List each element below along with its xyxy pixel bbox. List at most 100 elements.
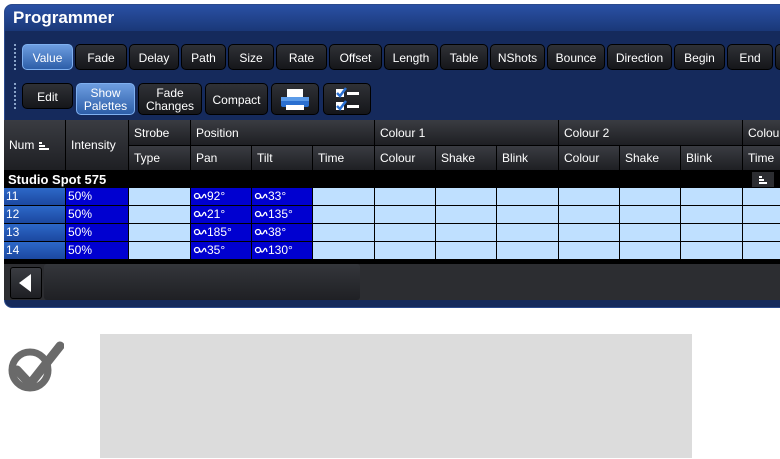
toolbar-grip[interactable]	[14, 44, 19, 70]
type-cell[interactable]	[129, 188, 191, 206]
bounce-button[interactable]: Bounce	[547, 44, 605, 70]
colour3-header[interactable]: Colou	[743, 120, 780, 146]
position-time-header[interactable]: Time	[313, 146, 375, 171]
c2colour-cell[interactable]	[559, 188, 620, 206]
intensity-cell[interactable]: 50%	[66, 224, 129, 242]
fixture-group-row[interactable]: Studio Spot 575	[4, 171, 780, 188]
c2blink-cell[interactable]	[681, 188, 743, 206]
c2shake-cell[interactable]	[620, 206, 681, 224]
intensity-cell[interactable]: 50%	[66, 206, 129, 224]
begin-button[interactable]: Begin	[674, 44, 725, 70]
c2shake-cell[interactable]	[620, 188, 681, 206]
c1colour-cell[interactable]	[375, 206, 436, 224]
c1colour-cell[interactable]	[375, 188, 436, 206]
c1blink-cell[interactable]	[497, 206, 559, 224]
colour1-shake-header[interactable]: Shake	[436, 146, 497, 171]
table-button[interactable]: Table	[440, 44, 488, 70]
colour1-header[interactable]: Colour 1	[375, 120, 559, 146]
c1shake-cell[interactable]	[436, 206, 497, 224]
colour1-blink-header[interactable]: Blink	[497, 146, 559, 171]
colour2-colour-header[interactable]: Colour	[559, 146, 620, 171]
num-cell[interactable]: 11	[4, 188, 66, 206]
toolbar-grip-2[interactable]	[14, 83, 19, 109]
type-cell[interactable]	[129, 242, 191, 260]
palette-link-icon	[254, 192, 268, 199]
scroll-left-button[interactable]	[10, 267, 42, 299]
c1shake-cell[interactable]	[436, 242, 497, 260]
strobe-header[interactable]: Strobe	[129, 120, 191, 146]
time-cell[interactable]	[313, 224, 375, 242]
num-cell[interactable]: 12	[4, 206, 66, 224]
type-cell[interactable]	[129, 206, 191, 224]
horizontal-scrollbar[interactable]	[44, 264, 360, 300]
c3time-cell[interactable]	[743, 188, 780, 206]
c1shake-cell[interactable]	[436, 224, 497, 242]
time-cell[interactable]	[313, 242, 375, 260]
direction-button[interactable]: Direction	[607, 44, 672, 70]
show-palettes-button[interactable]: Show Palettes	[76, 83, 135, 115]
c2shake-cell[interactable]	[620, 224, 681, 242]
path-button[interactable]: Path	[181, 44, 226, 70]
fade-changes-button[interactable]: Fade Changes	[138, 83, 202, 115]
colour2-header[interactable]: Colour 2	[559, 120, 743, 146]
num-cell[interactable]: 14	[4, 242, 66, 260]
c1blink-cell[interactable]	[497, 242, 559, 260]
pan-header[interactable]: Pan	[191, 146, 252, 171]
c2colour-cell[interactable]	[559, 224, 620, 242]
pan-cell[interactable]: 185°	[191, 224, 252, 242]
rate-button[interactable]: Rate	[276, 44, 327, 70]
intensity-cell[interactable]: 50%	[66, 188, 129, 206]
num-cell[interactable]: 13	[4, 224, 66, 242]
palette-link-icon	[254, 246, 268, 253]
pan-value: 21°	[207, 207, 226, 221]
tilt-header[interactable]: Tilt	[252, 146, 313, 171]
tilt-cell[interactable]: 38°	[252, 224, 313, 242]
type-cell[interactable]	[129, 224, 191, 242]
intensity-header[interactable]: Intensity	[66, 120, 129, 171]
fade-button[interactable]: Fade	[75, 44, 127, 70]
toolbar-overflow-button[interactable]	[775, 44, 780, 70]
c2colour-cell[interactable]	[559, 206, 620, 224]
c2blink-cell[interactable]	[681, 206, 743, 224]
tilt-cell[interactable]: 135°	[252, 206, 313, 224]
time-cell[interactable]	[313, 188, 375, 206]
colour2-shake-header[interactable]: Shake	[620, 146, 681, 171]
c2blink-cell[interactable]	[681, 224, 743, 242]
c1colour-cell[interactable]	[375, 224, 436, 242]
group-sort-button[interactable]	[752, 172, 774, 187]
edit-button[interactable]: Edit	[22, 83, 73, 109]
checklist-button[interactable]	[323, 83, 371, 115]
c3time-cell[interactable]	[743, 206, 780, 224]
size-button[interactable]: Size	[228, 44, 274, 70]
c1colour-cell[interactable]	[375, 242, 436, 260]
position-header[interactable]: Position	[191, 120, 375, 146]
c1blink-cell[interactable]	[497, 188, 559, 206]
c3time-cell[interactable]	[743, 224, 780, 242]
c2blink-cell[interactable]	[681, 242, 743, 260]
tilt-cell[interactable]: 33°	[252, 188, 313, 206]
offset-button[interactable]: Offset	[329, 44, 382, 70]
pan-cell[interactable]: 35°	[191, 242, 252, 260]
print-button[interactable]	[271, 83, 319, 115]
length-button[interactable]: Length	[384, 44, 438, 70]
pan-cell[interactable]: 92°	[191, 188, 252, 206]
c2shake-cell[interactable]	[620, 242, 681, 260]
c1blink-cell[interactable]	[497, 224, 559, 242]
value-button[interactable]: Value	[22, 44, 73, 70]
time-cell[interactable]	[313, 206, 375, 224]
compact-button[interactable]: Compact	[205, 83, 268, 115]
colour3-time-header[interactable]: Time	[743, 146, 780, 171]
tilt-cell[interactable]: 130°	[252, 242, 313, 260]
num-header[interactable]: Num	[4, 120, 66, 171]
c3time-cell[interactable]	[743, 242, 780, 260]
c1shake-cell[interactable]	[436, 188, 497, 206]
end-button[interactable]: End	[727, 44, 773, 70]
colour2-blink-header[interactable]: Blink	[681, 146, 743, 171]
strobe-type-header[interactable]: Type	[129, 146, 191, 171]
intensity-cell[interactable]: 50%	[66, 242, 129, 260]
colour1-colour-header[interactable]: Colour	[375, 146, 436, 171]
nshots-button[interactable]: NShots	[490, 44, 545, 70]
c2colour-cell[interactable]	[559, 242, 620, 260]
pan-cell[interactable]: 21°	[191, 206, 252, 224]
delay-button[interactable]: Delay	[129, 44, 179, 70]
